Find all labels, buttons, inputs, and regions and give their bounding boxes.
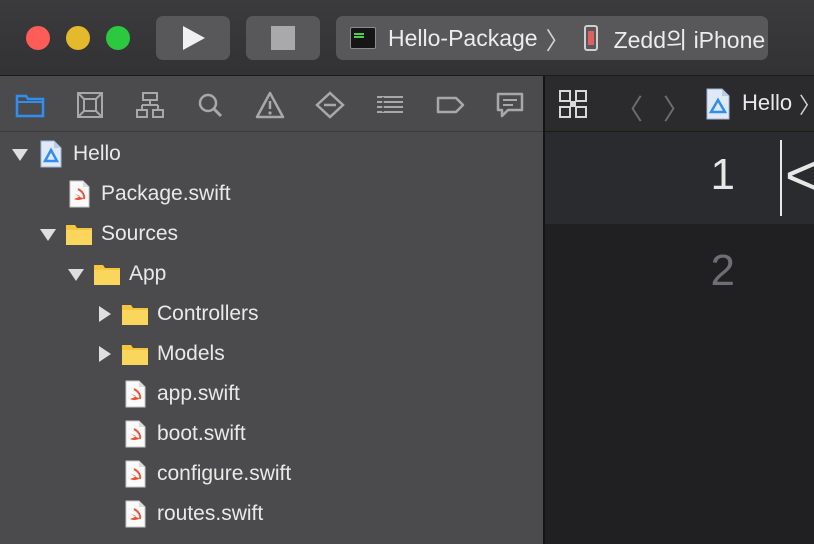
iphone-icon [583,25,598,51]
disclosure-open-icon[interactable] [11,145,29,163]
test-diamond-icon[interactable] [314,90,346,120]
warning-icon[interactable] [254,90,286,120]
stop-button[interactable] [246,16,320,60]
disclosure-open-icon[interactable] [39,225,57,243]
minimize-window-button[interactable] [66,26,90,50]
editor-jump-bar: 〈 〉 Hello 〉 [545,76,814,132]
device-name[interactable]: Zedd의 iPhone [614,21,766,55]
swift-file-icon [121,420,149,448]
tree-row-controllers[interactable]: Controllers [95,294,259,334]
stop-icon [271,26,295,50]
folder-icon [121,300,149,328]
play-icon [183,26,205,50]
source-editor[interactable]: 1 2 < [545,132,814,544]
folder-icon [121,340,149,368]
line-number: 1 [710,150,735,199]
disclosure-open-icon[interactable] [67,265,85,283]
scheme-selector[interactable]: Hello-Package 〉 Zedd의 iPhone [336,16,768,60]
tree-row-label: Controllers [157,302,259,325]
tree-row-label: routes.swift [157,502,264,525]
disclosure-closed-icon[interactable] [95,305,113,323]
related-items-icon[interactable] [559,90,587,118]
folder-icon[interactable] [14,90,46,120]
source-control-icon[interactable] [74,90,106,120]
swift-file-icon [65,180,93,208]
symbol-hierarchy-icon[interactable] [134,90,166,120]
tree-row-boot-swift[interactable]: boot.swift [95,414,246,454]
breadcrumb-item[interactable]: Hello [742,90,792,116]
tree-row-label: Models [157,342,225,365]
package-icon [706,88,730,120]
terminal-icon [350,27,376,49]
folder-icon [93,260,121,288]
disclosure-closed-icon[interactable] [95,345,113,363]
tree-row-package-swift[interactable]: Package.swift [39,174,231,214]
breakpoint-tag-icon[interactable] [434,90,466,120]
debug-list-icon[interactable] [374,90,406,120]
current-line-highlight [545,132,814,224]
tree-row-label: Sources [101,222,179,245]
tree-row-label: app.swift [157,382,240,405]
tree-row-label: configure.swift [157,462,292,485]
tree-row-routes-swift[interactable]: routes.swift [95,494,263,534]
breadcrumb-chevron: 〉 [799,88,814,120]
back-button[interactable]: 〈 [615,88,643,128]
tree-row-label: App [129,262,167,285]
close-window-button[interactable] [26,26,50,50]
swift-file-icon [121,500,149,528]
navigator-tab-bar [0,76,543,132]
tree-row-configure-swift[interactable]: configure.swift [95,454,291,494]
tree-row-hello[interactable]: Hello [11,134,121,174]
swift-file-icon [121,380,149,408]
tree-row-models[interactable]: Models [95,334,225,374]
search-icon[interactable] [194,90,226,120]
tree-row-label: boot.swift [157,422,246,445]
folder-icon [65,220,93,248]
tree-row-sources[interactable]: Sources [39,214,178,254]
scheme-separator: 〉 [545,27,570,55]
tree-row-app-swift[interactable]: app.swift [95,374,240,414]
code-text[interactable]: < [785,142,814,209]
scheme-name[interactable]: Hello-Package [388,25,538,52]
tree-row-label: Hello [73,142,121,165]
line-number: 2 [710,246,735,295]
window-toolbar: Hello-Package 〉 Zedd의 iPhone [0,0,814,76]
project-navigator: Hello Package.swift Sources App Controllers M… [0,76,543,544]
zoom-window-button[interactable] [106,26,130,50]
run-button[interactable] [156,16,230,60]
tree-row-label: Package.swift [101,182,231,205]
report-bubble-icon[interactable] [494,90,526,120]
tree-row-app[interactable]: App [67,254,166,294]
package-icon [37,140,65,168]
swift-file-icon [121,460,149,488]
text-cursor [780,140,782,216]
forward-button[interactable]: 〉 [663,88,691,128]
